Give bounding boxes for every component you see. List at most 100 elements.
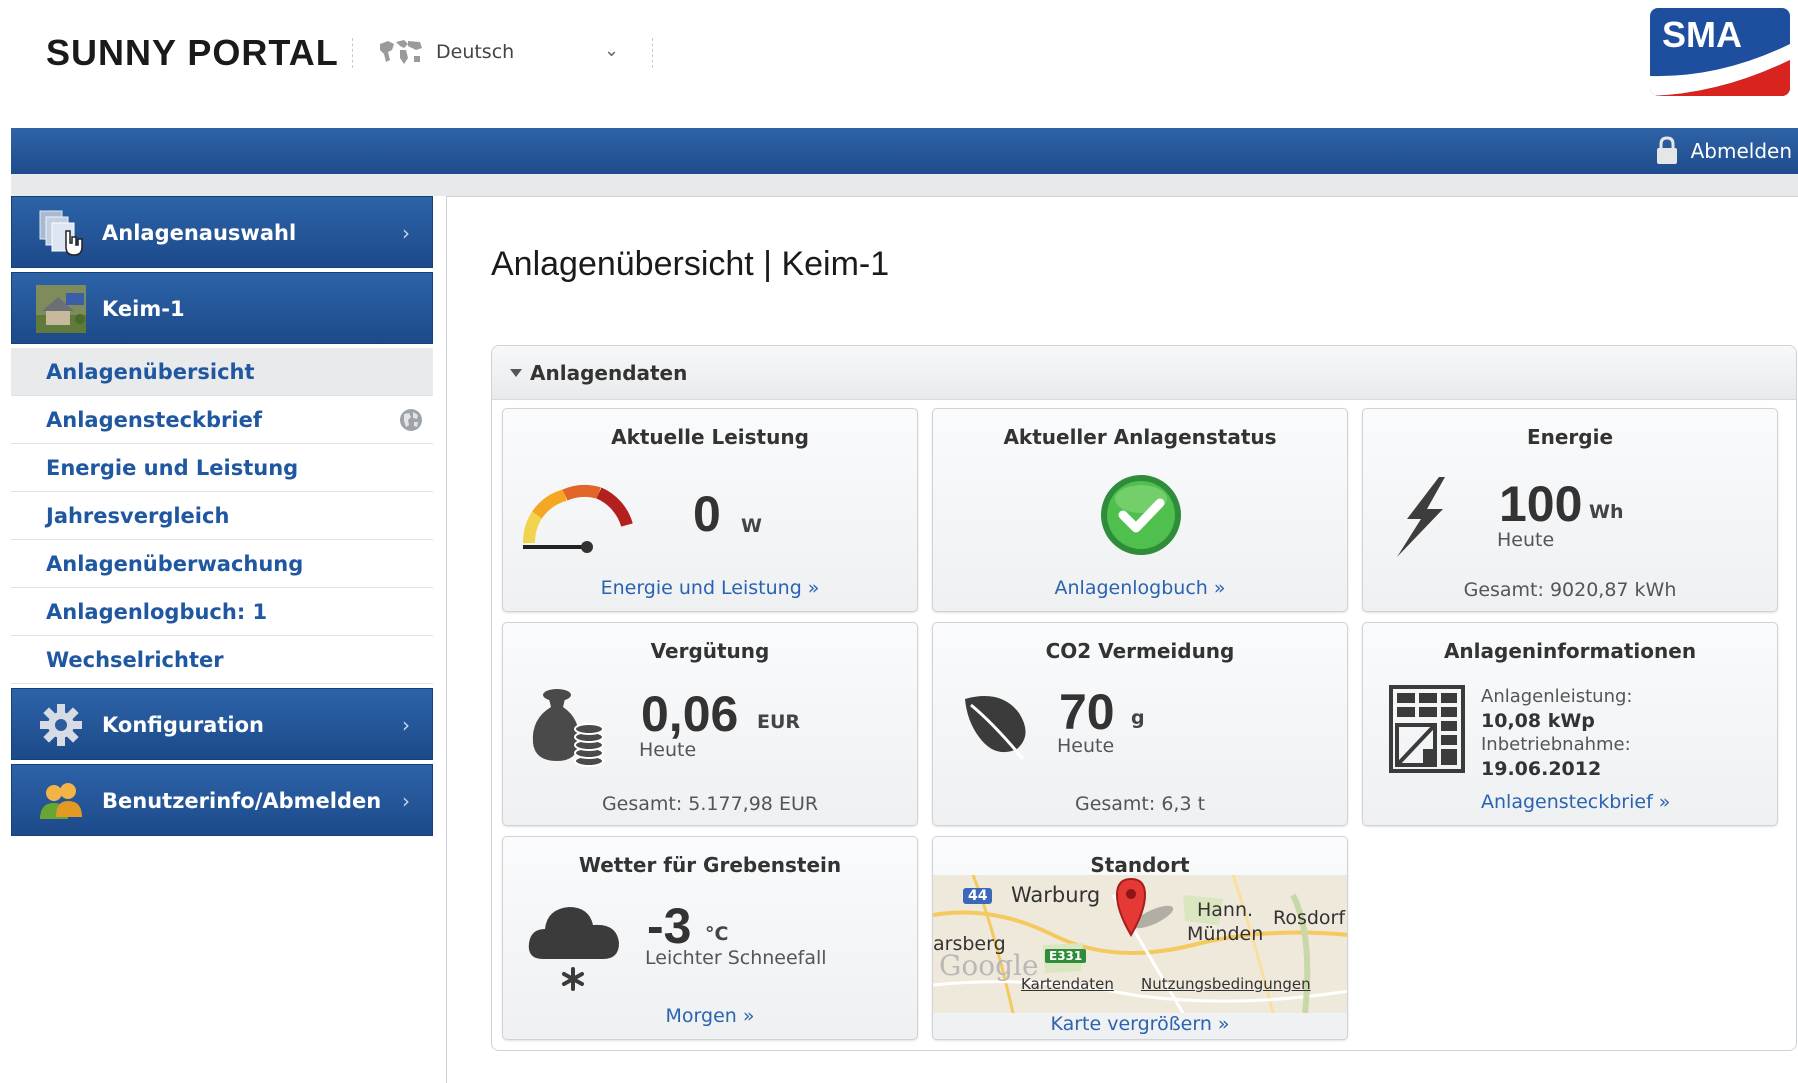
sidebar-item-anlagenlogbuch[interactable]: Anlagenlogbuch: 1 — [11, 588, 433, 636]
globe-icon — [400, 409, 422, 431]
sidebar-item-label: Anlagenlogbuch: 1 — [46, 599, 268, 624]
road-badge-44: 44 — [963, 888, 993, 904]
chevron-down-icon[interactable]: ⌄ — [604, 40, 619, 61]
energy-value: 100 — [1499, 476, 1583, 532]
link-anlagensteckbrief[interactable]: Anlagensteckbrief » — [1481, 791, 1777, 813]
sidebar-item-anlagenuebersicht[interactable]: Anlagenübersicht — [11, 348, 433, 396]
co2-period: Heute — [1057, 735, 1115, 757]
main-content: Anlagenübersicht | Keim-1 Anlagendaten A… — [446, 196, 1798, 1083]
remuneration-unit: EUR — [757, 711, 801, 733]
tile-remuneration: Vergütung 0,06 EUR Heute Gesamt: 5.177,9… — [502, 622, 918, 826]
chevron-right-icon: › — [402, 713, 410, 737]
map-label-rosdorf: Rosdorf — [1273, 907, 1346, 929]
logo-text: SMA — [1662, 14, 1742, 55]
weather-description: Leichter Schneefall — [645, 947, 827, 969]
sidebar-item-label: Anlagensteckbrief — [46, 407, 262, 432]
link-anlagenlogbuch[interactable]: Anlagenlogbuch » — [933, 577, 1347, 599]
sma-logo: SMA — [1650, 8, 1790, 96]
tile-title: Aktueller Anlagenstatus — [1003, 425, 1277, 449]
logout-link[interactable]: Abmelden — [1655, 136, 1792, 166]
nav-plant-keim-label: Keim-1 — [102, 297, 185, 321]
chevron-right-icon: › — [402, 221, 410, 245]
energy-total: Gesamt: 9020,87 kWh — [1463, 579, 1677, 601]
panel-header[interactable]: Anlagendaten — [492, 346, 1796, 400]
tile-co2: CO2 Vermeidung 70 g Heute Gesamt: 6,3 t — [932, 622, 1348, 826]
map-attribution-terms[interactable]: Nutzungsbedingungen — [1141, 975, 1311, 993]
lock-icon — [1656, 136, 1677, 164]
map-label-hann: Hann. — [1197, 899, 1254, 921]
power-value: 0 — [693, 486, 721, 542]
gauge-icon — [523, 485, 633, 553]
location-map[interactable]: 44 Warburg Hann. Münden Rosdorf arsberg … — [933, 875, 1347, 1013]
tile-plant-info: Anlageninformationen Anlagenleistung: 10… — [1362, 622, 1778, 826]
remuneration-total: Gesamt: 5.177,98 EUR — [601, 793, 819, 815]
sidebar-item-energie-leistung[interactable]: Energie und Leistung — [11, 444, 433, 492]
nav-plant-keim[interactable]: Keim-1 — [11, 272, 433, 344]
top-bar: Abmelden — [11, 128, 1798, 174]
separator-band — [11, 174, 1798, 196]
remuneration-value: 0,06 — [641, 686, 739, 742]
brand-title: SUNNY PORTAL — [46, 32, 339, 73]
co2-value: 70 — [1059, 684, 1115, 740]
link-weather-tomorrow[interactable]: Morgen » — [503, 1005, 917, 1027]
header-separator — [352, 38, 353, 68]
power-unit: W — [741, 515, 762, 537]
tile-energy: Energie 100 Wh Heute Gesamt: 9020,87 kWh — [1362, 408, 1778, 612]
header-separator — [652, 38, 653, 68]
sidebar-item-label: Anlagenübersicht — [46, 359, 255, 384]
panel-title: Anlagendaten — [530, 360, 688, 385]
nav-plant-select[interactable]: Anlagenauswahl › — [11, 196, 433, 268]
tile-location: Standort 44 Warburg Hann. Münden Rosdorf — [932, 836, 1348, 1040]
tile-title: CO2 Vermeidung — [1045, 639, 1235, 663]
gear-icon — [40, 704, 82, 746]
sidebar-item-wechselrichter[interactable]: Wechselrichter — [11, 636, 433, 684]
tile-title: Standort — [1090, 853, 1190, 877]
tile-title: Vergütung — [650, 639, 770, 663]
energy-unit: Wh — [1589, 501, 1624, 523]
plant-photo-icon — [36, 285, 86, 333]
world-map-icon — [380, 40, 422, 64]
map-label-warburg: Warburg — [1011, 883, 1101, 907]
tile-title: Aktuelle Leistung — [611, 425, 809, 449]
leaf-icon — [965, 696, 1026, 760]
tile-title: Energie — [1526, 425, 1614, 449]
remuneration-period: Heute — [639, 739, 697, 761]
tile-plant-status: Aktueller Anlagenstatus Anlagenlogbuch » — [932, 408, 1348, 612]
commissioning-date: 19.06.2012 — [1481, 758, 1602, 780]
commissioning-label: Inbetriebnahme: — [1481, 734, 1631, 755]
snow-cloud-icon — [528, 907, 619, 991]
link-enlarge-map[interactable]: Karte vergrößern » — [933, 1013, 1347, 1035]
plant-power-value: 10,08 kWp — [1481, 710, 1595, 732]
status-ok-check-icon — [1101, 475, 1181, 555]
solar-panel-icon — [1389, 685, 1465, 773]
plant-info-lines: Anlagenleistung: 10,08 kWp Inbetriebnahm… — [1481, 685, 1632, 781]
sidebar-item-anlagenueberwachung[interactable]: Anlagenüberwachung — [11, 540, 433, 588]
plant-power-label: Anlagenleistung: — [1481, 686, 1633, 707]
energy-period: Heute — [1497, 529, 1555, 551]
sidebar: Anlagenauswahl › Keim-1 Anlagenübersicht… — [11, 196, 433, 840]
plant-submenu: Anlagenübersicht Anlagensteckbrief Energ… — [11, 348, 433, 684]
tile-weather: Wetter für Grebenstein -3 °C Leichter Sc… — [502, 836, 918, 1040]
nav-konfiguration[interactable]: Konfiguration › — [11, 688, 433, 760]
plant-data-panel: Anlagendaten Aktuelle Leistung 0 W Energ… — [491, 345, 1797, 1051]
logout-label: Abmelden — [1690, 139, 1792, 163]
language-selector[interactable]: Deutsch — [378, 38, 514, 66]
nav-konfiguration-label: Konfiguration — [102, 713, 264, 737]
road-badge-e331: E331 — [1045, 949, 1087, 963]
money-bag-icon — [532, 689, 604, 767]
lightning-icon — [1397, 477, 1445, 557]
plant-select-icon — [39, 210, 83, 256]
map-attribution-kartendaten[interactable]: Kartendaten — [1021, 975, 1114, 993]
sidebar-item-jahresvergleich[interactable]: Jahresvergleich — [11, 492, 433, 540]
sidebar-item-label: Anlagenüberwachung — [46, 551, 304, 576]
header: SUNNY PORTAL Deutsch ⌄ SMA — [0, 0, 1798, 128]
link-energie-leistung[interactable]: Energie und Leistung » — [503, 577, 917, 599]
chevron-right-icon: › — [402, 789, 410, 813]
users-icon — [40, 783, 82, 819]
sidebar-item-anlagensteckbrief[interactable]: Anlagensteckbrief — [11, 396, 433, 444]
sidebar-item-label: Energie und Leistung — [46, 455, 299, 480]
nav-plant-select-label: Anlagenauswahl — [102, 221, 297, 245]
language-label: Deutsch — [436, 41, 515, 63]
tile-title: Wetter für Grebenstein — [578, 853, 842, 877]
nav-benutzerinfo[interactable]: Benutzerinfo/Abmelden › — [11, 764, 433, 836]
